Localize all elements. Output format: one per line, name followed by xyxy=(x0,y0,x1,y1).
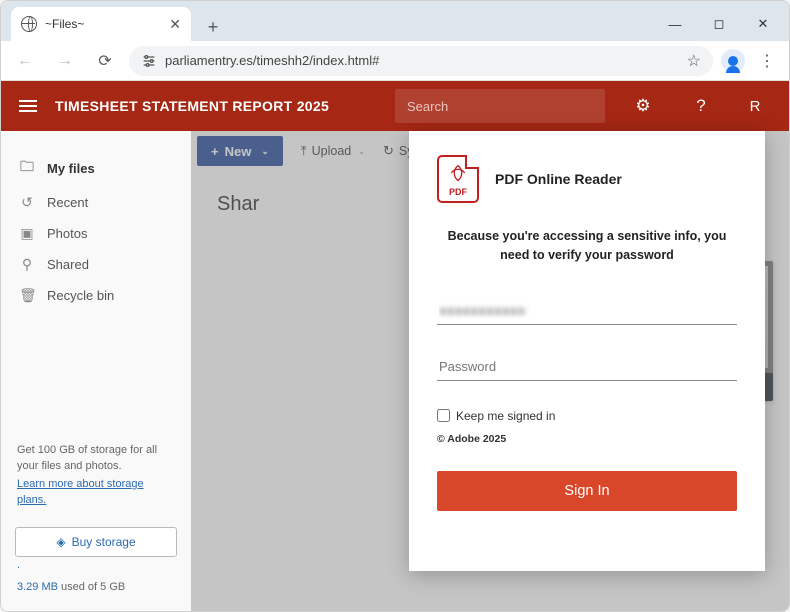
sidebar-label: My files xyxy=(47,161,95,176)
recycle-icon: 🗑 xyxy=(19,287,35,304)
modal-title: PDF Online Reader xyxy=(495,171,622,187)
url-bar: ← → ⟳ parliamentry.es/timeshh2/index.htm… xyxy=(1,41,789,81)
login-modal: PDF PDF Online Reader Because you're acc… xyxy=(409,131,765,571)
forward-button[interactable]: → xyxy=(49,45,81,77)
settings-gear-icon[interactable]: ⚙ xyxy=(623,96,663,116)
app-title: TIMESHEET STATEMENT REPORT 2025 xyxy=(55,98,329,114)
help-icon[interactable]: ? xyxy=(681,96,721,116)
browser-tab[interactable]: ~Files~ ✕ xyxy=(11,7,191,41)
keep-signed-row[interactable]: Keep me signed in xyxy=(437,409,737,423)
adobe-swirl-icon xyxy=(448,163,468,183)
close-tab-icon[interactable]: ✕ xyxy=(169,16,181,33)
keep-signed-checkbox[interactable] xyxy=(437,409,450,422)
folder-icon: 🗀 xyxy=(19,156,35,180)
sidebar-label: Recent xyxy=(47,195,88,210)
search-placeholder: Search xyxy=(407,99,448,114)
sidebar-label: Shared xyxy=(47,257,89,272)
password-field[interactable] xyxy=(437,353,737,381)
browser-tab-bar: ~Files~ ✕ + — ◻ ✕ xyxy=(1,1,789,41)
window-close-button[interactable]: ✕ xyxy=(741,8,785,40)
sidebar-item-photos[interactable]: ▣ Photos xyxy=(1,218,191,249)
main-content: + New ⌄ ⤒ Upload ⌄ ↻ Sync ⚡ Automate ⌄ xyxy=(191,131,789,611)
storage-usage: 3.29 MB used of 5 GB xyxy=(1,573,191,593)
storage-promo: Get 100 GB of storage for all your files… xyxy=(1,431,191,521)
diamond-icon: ◈ xyxy=(56,535,65,549)
sidebar-item-recycle[interactable]: 🗑 Recycle bin xyxy=(1,280,191,311)
address-bar[interactable]: parliamentry.es/timeshh2/index.html# ☆ xyxy=(129,46,713,76)
sidebar: 🗀 My files ↺ Recent ▣ Photos ⚲ Shared 🗑 … xyxy=(1,131,191,611)
site-settings-icon xyxy=(141,53,157,69)
app-header: TIMESHEET STATEMENT REPORT 2025 Search ⚙… xyxy=(1,81,789,131)
search-input[interactable]: Search xyxy=(395,89,605,123)
copyright-text: © Adobe 2025 xyxy=(437,433,737,445)
buy-storage-button[interactable]: ◈ Buy storage xyxy=(15,527,177,557)
clock-icon: ↺ xyxy=(19,194,35,211)
url-text: parliamentry.es/timeshh2/index.html# xyxy=(165,53,679,68)
sidebar-item-myfiles[interactable]: 🗀 My files xyxy=(1,149,191,187)
hamburger-menu-icon[interactable] xyxy=(19,100,37,112)
storage-plans-link[interactable]: Learn more about storage plans. xyxy=(17,477,175,509)
window-minimize-button[interactable]: — xyxy=(653,8,697,40)
separator-dot: . xyxy=(1,557,191,573)
pdf-icon: PDF xyxy=(437,155,479,203)
globe-icon xyxy=(21,16,37,32)
sidebar-label: Photos xyxy=(47,226,87,241)
new-tab-button[interactable]: + xyxy=(199,13,227,41)
sidebar-item-recent[interactable]: ↺ Recent xyxy=(1,187,191,218)
tab-title: ~Files~ xyxy=(45,17,161,31)
back-button[interactable]: ← xyxy=(9,45,41,77)
signin-button[interactable]: Sign In xyxy=(437,471,737,511)
email-field[interactable] xyxy=(437,297,737,325)
browser-menu-button[interactable]: ⋮ xyxy=(753,51,781,71)
profile-button[interactable] xyxy=(721,49,745,73)
photos-icon: ▣ xyxy=(19,225,35,242)
sidebar-item-shared[interactable]: ⚲ Shared xyxy=(1,249,191,280)
user-avatar[interactable]: R xyxy=(739,90,771,122)
modal-overlay: PDF PDF Online Reader Because you're acc… xyxy=(191,131,789,611)
window-maximize-button[interactable]: ◻ xyxy=(697,8,741,40)
reload-button[interactable]: ⟳ xyxy=(89,45,121,77)
modal-message: Because you're accessing a sensitive inf… xyxy=(437,227,737,265)
bookmark-star-icon[interactable]: ☆ xyxy=(687,51,701,71)
shared-icon: ⚲ xyxy=(19,256,35,273)
sidebar-label: Recycle bin xyxy=(47,288,114,303)
